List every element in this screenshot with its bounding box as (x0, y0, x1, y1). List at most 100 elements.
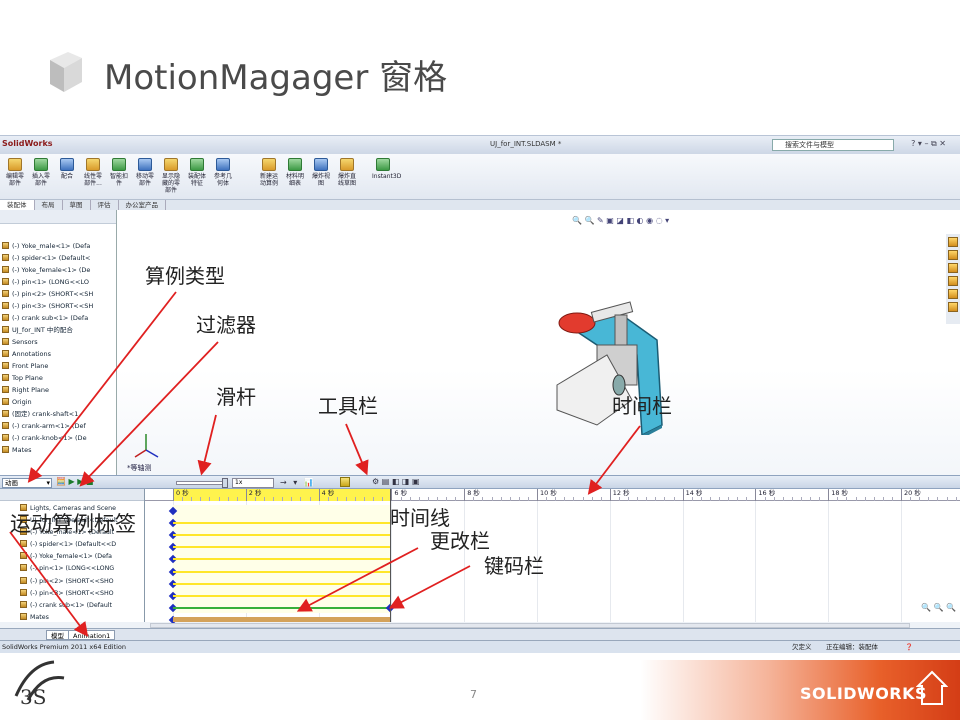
playback-speed-select[interactable]: 1x (232, 478, 274, 488)
change-bar[interactable] (173, 594, 390, 597)
tree-item[interactable]: Front Plane (2, 360, 115, 372)
change-bar-green[interactable] (173, 606, 390, 609)
part-icon (2, 326, 9, 333)
tree-item-label: Mates (12, 446, 32, 454)
motion-tree-row[interactable]: (-) Yoke_female<1> (Defa (20, 551, 144, 563)
ribbon-icon (60, 158, 74, 171)
home-icon[interactable] (916, 668, 948, 708)
change-bar[interactable] (173, 570, 390, 573)
playback-mode-icons[interactable]: → ▾ 📊 (280, 478, 316, 487)
ribbon-button-10[interactable]: 材料明细表 (284, 158, 306, 187)
ribbon-icon (376, 158, 390, 171)
document-title: UJ_for_INT.SLDASM * (490, 140, 562, 148)
study-type-select[interactable]: 动画 (2, 478, 52, 488)
playback-icons[interactable]: 🧮 ▶ ▶ ■ (56, 477, 93, 486)
minor-tick (209, 497, 211, 501)
tree-item[interactable]: (-) Yoke_female<1> (De (2, 264, 115, 276)
tree-item[interactable]: (-) crank-knob<1> (De (2, 432, 115, 444)
ribbon-button-0[interactable]: 编辑零部件 (4, 158, 26, 187)
grid-line (464, 501, 466, 622)
tree-item-label: (-) Yoke_female<1> (De (12, 266, 91, 274)
feature-manager-tree: (-) Yoke_male<1> (Defa (-) spider<1> (Def… (0, 210, 117, 475)
part-icon (2, 410, 9, 417)
panel-tabs[interactable] (0, 210, 116, 224)
change-bar[interactable] (173, 582, 390, 585)
window-controls[interactable]: ? ▾ – ⧉ ✕ (911, 139, 946, 149)
tree-item[interactable]: Top Plane (2, 372, 115, 384)
motion-tree-row[interactable]: (-) pin<1> (LONG<<LONG (20, 563, 144, 575)
command-tab[interactable]: 草图 (63, 200, 91, 210)
tree-item[interactable]: (-) spider<1> (Default< (2, 252, 115, 264)
ribbon-button-3[interactable]: 线性零部件... (82, 158, 104, 187)
tree-item[interactable]: (-) pin<3> (SHORT<<SH (2, 300, 115, 312)
ribbon-button-9[interactable]: 新建运动算例 (258, 158, 280, 187)
minor-tick (664, 497, 666, 501)
graphics-area[interactable]: 🔍 🔍 ✎ ▣ ◪ ◧ ◐ ◉ ◌ ▾ (117, 210, 960, 475)
zoom-icons[interactable]: 🔍 🔍 🔍 (921, 603, 956, 612)
search-input[interactable]: 搜索文件与模型 (772, 139, 894, 151)
motion-tree-row[interactable]: (-) pin<3> (SHORT<<SHO (20, 588, 144, 600)
tab-animation1[interactable]: Animation1 (68, 630, 116, 640)
title-bar: SolidWorks UJ_for_INT.SLDASM * 搜索文件与模型 ?… (0, 136, 960, 154)
change-bar[interactable] (173, 534, 390, 537)
tree-item[interactable]: (-) crank sub<1> (Defa (2, 312, 115, 324)
ribbon-button-2[interactable]: 配合 (56, 158, 78, 180)
minor-tick (446, 497, 447, 501)
motion-tree-row[interactable]: (-) crank sub<1> (Default (20, 600, 144, 612)
autokey-icon[interactable] (340, 477, 350, 487)
motion-tree-row[interactable]: (-) pin<2> (SHORT<<SHO (20, 576, 144, 588)
tree-item[interactable]: (固定) crank-shaft<1 (2, 408, 115, 420)
minor-tick (473, 497, 475, 501)
minor-tick (728, 497, 730, 501)
ribbon-button-4[interactable]: 智能扣件 (108, 158, 130, 187)
help-icon[interactable]: ❓ (905, 641, 913, 653)
ribbon-button-6[interactable]: 显示隐藏的零部件 (160, 158, 182, 194)
command-tab[interactable]: 装配体 (0, 200, 35, 210)
change-bar[interactable] (173, 522, 390, 525)
tree-item[interactable]: (-) crank-arm<1> (Def (2, 420, 115, 432)
tree-item[interactable]: Origin (2, 396, 115, 408)
tree-item[interactable]: (-) Yoke_male<1> (Defa (2, 240, 115, 252)
slider-knob[interactable] (222, 478, 228, 488)
command-tab[interactable]: 办公室产品 (119, 200, 166, 210)
tab-model[interactable]: 模型 (46, 630, 69, 640)
tree-item[interactable]: Right Plane (2, 384, 115, 396)
tree-item[interactable]: (-) pin<2> (SHORT<<SH (2, 288, 115, 300)
tree-item[interactable]: Sensors (2, 336, 115, 348)
ribbon-button-13[interactable]: Instant3D (372, 158, 401, 180)
ribbon-button-11[interactable]: 爆炸视图 (310, 158, 332, 187)
change-bar[interactable] (173, 558, 390, 561)
time-bar[interactable]: 0 秒2 秒4 秒6 秒8 秒 10 秒 12 秒 14 秒 16 秒 18 秒 20 秒 (145, 489, 960, 501)
minor-tick (482, 497, 484, 501)
ribbon-label: 智能扣件 (109, 173, 128, 187)
playback-slider[interactable] (176, 481, 226, 485)
grid-line (755, 501, 757, 622)
command-tab[interactable]: 评估 (91, 200, 119, 210)
task-pane-tabs[interactable] (946, 234, 960, 324)
tree-item[interactable]: UJ_for_INT 中的配合 (2, 324, 115, 336)
minor-tick (773, 497, 775, 501)
ribbon-button-7[interactable]: 装配体特征 (186, 158, 208, 187)
motion-tree-row[interactable]: Mates (20, 612, 144, 624)
tree-item[interactable]: Mates (2, 444, 115, 456)
tree-item[interactable]: (-) pin<1> (LONG<<LO (2, 276, 115, 288)
solidworks-window: SolidWorks UJ_for_INT.SLDASM * 搜索文件与模型 ?… (0, 135, 960, 653)
part-icon (2, 446, 9, 453)
command-tab[interactable]: 布局 (35, 200, 63, 210)
timeline[interactable]: 0 秒2 秒4 秒6 秒8 秒 10 秒 12 秒 14 秒 16 秒 18 秒 20 秒 … (145, 489, 960, 625)
ribbon-button-12[interactable]: 爆炸直线草图 (336, 158, 358, 187)
tree-item[interactable]: Annotations (2, 348, 115, 360)
motion-tree-row[interactable]: (-) spider<1> (Default<<D (20, 539, 144, 551)
minor-tick (364, 497, 366, 501)
ribbon-button-1[interactable]: 插入零部件 (30, 158, 52, 187)
filter-toolbar[interactable] (0, 489, 144, 501)
tree-item-label: Right Plane (12, 386, 50, 394)
heads-up-toolbar[interactable]: 🔍 🔍 ✎ ▣ ◪ ◧ ◐ ◉ ◌ ▾ (572, 216, 669, 225)
ribbon-button-8[interactable]: 参考几何体 (212, 158, 234, 187)
mates-bar[interactable] (173, 616, 390, 622)
change-bar[interactable] (173, 546, 390, 549)
minor-tick (291, 497, 293, 501)
study-tool-icons[interactable]: ⚙ ▤ ◧ ◨ ▣ (372, 477, 420, 486)
minor-tick (373, 497, 375, 501)
ribbon-button-5[interactable]: 移动零部件 (134, 158, 156, 187)
